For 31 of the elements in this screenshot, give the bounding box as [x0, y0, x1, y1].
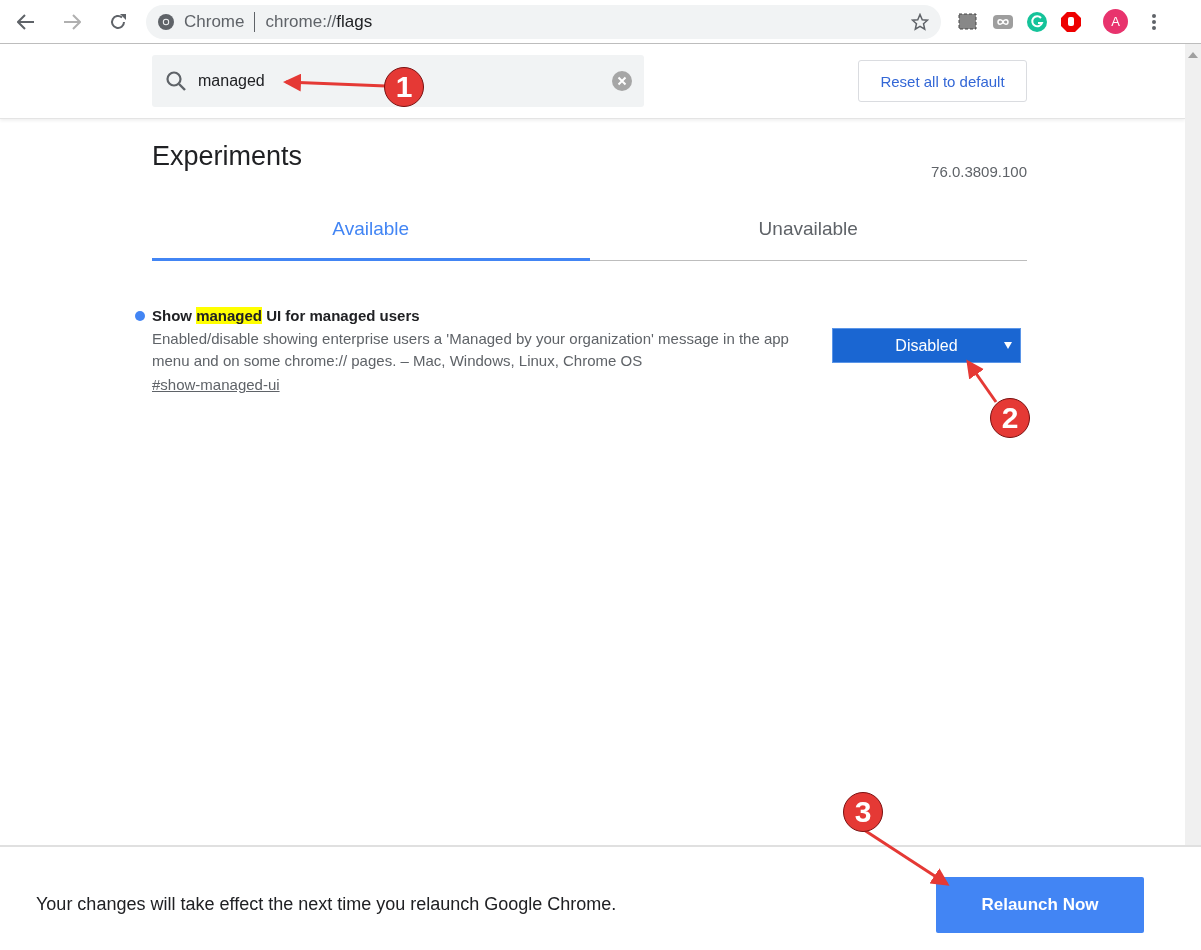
star-icon[interactable]: [911, 12, 929, 31]
back-arrow-icon: [17, 13, 35, 30]
flag-title: Show managed UI for managed users: [152, 307, 421, 324]
flag-link[interactable]: #show-managed-ui: [152, 376, 280, 393]
clear-icon[interactable]: [612, 71, 632, 91]
caret-icon: [1004, 342, 1012, 349]
search-icon: [165, 70, 187, 92]
profile-avatar[interactable]: A: [1103, 9, 1128, 34]
step-number-badge: 2: [990, 398, 1030, 438]
address-bar[interactable]: Chrome chrome://flags: [146, 4, 941, 39]
reload-icon: [109, 12, 127, 31]
version-text: 76.0.3809.100: [931, 163, 1027, 180]
site-label: Chrome: [184, 11, 245, 32]
page-heading: Experiments: [152, 141, 303, 172]
tab[interactable]: Available: [152, 212, 590, 261]
step-number-badge: 3: [843, 792, 883, 832]
relaunch-message: Your changes will take effect the next time you relaunch Google Chrome.: [36, 894, 617, 915]
forward-arrow-icon: [63, 13, 81, 30]
status-dot: [135, 311, 145, 321]
tab[interactable]: Unavailable: [589, 212, 1027, 261]
infinity-icon[interactable]: [993, 14, 1013, 29]
reset-button[interactable]: Reset all to default: [858, 60, 1027, 102]
state-dropdown[interactable]: Disabled: [832, 328, 1021, 363]
chrome-logo-icon: [158, 13, 174, 30]
annotation-arrow: [966, 359, 998, 403]
scroll-up-icon[interactable]: [1188, 52, 1198, 58]
flag-description: Enabled/disable showing enterprise users a 'Managed by your organization' message in the app menu and on some chrome:// pages. – Mac, Windows, Linux, Chrome OS: [152, 329, 790, 371]
menu-icon[interactable]: [1152, 13, 1156, 30]
screenshot-icon[interactable]: [957, 11, 979, 32]
url-text: chrome://flags: [265, 11, 374, 32]
relaunch-button[interactable]: Relaunch Now: [936, 876, 1144, 933]
